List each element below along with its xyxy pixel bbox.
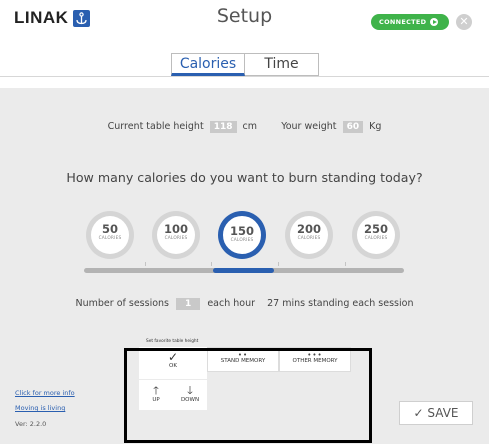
calorie-unit: CALORIES: [164, 236, 188, 241]
header: LINAK Setup CONNECTED ✕ Calories Time: [0, 0, 489, 88]
calorie-slider-handle[interactable]: [213, 268, 274, 273]
slider-tick: [345, 262, 346, 266]
tab-calories[interactable]: Calories: [171, 53, 245, 76]
moving-is-living-link[interactable]: Moving is living: [15, 404, 65, 412]
calorie-option-200[interactable]: 200 CALORIES: [285, 211, 333, 259]
close-icon: ✕: [459, 15, 469, 28]
favorite-panel-outline: [124, 348, 372, 443]
calorie-option-100[interactable]: 100 CALORIES: [152, 211, 200, 259]
save-label: SAVE: [427, 406, 459, 420]
calorie-unit: CALORIES: [297, 236, 321, 241]
checkmark-icon: ✓: [413, 406, 424, 420]
weight-unit: Kg: [369, 121, 382, 132]
calorie-unit: CALORIES: [364, 236, 388, 241]
version-label: Ver: 2.2.0: [15, 420, 47, 428]
table-height-value[interactable]: 118: [209, 121, 237, 133]
calorie-question: How many calories do you want to burn st…: [66, 170, 423, 185]
slider-tick: [278, 262, 279, 266]
calorie-option-150[interactable]: 150 CALORIES: [218, 211, 266, 259]
calorie-value: 100: [163, 222, 188, 236]
calorie-option-50[interactable]: 50 CALORIES: [86, 211, 134, 259]
status-badge: CONNECTED: [371, 14, 449, 30]
weight-label: Your weight: [281, 121, 337, 132]
calorie-value: 200: [296, 222, 321, 236]
calorie-option-250[interactable]: 250 CALORIES: [352, 211, 400, 259]
header-divider: [0, 76, 489, 77]
tab-time[interactable]: Time: [245, 53, 319, 76]
table-height-unit: cm: [242, 121, 258, 132]
slider-tick: [145, 262, 146, 266]
sessions-suffix: each hour: [207, 298, 256, 309]
play-icon: [430, 18, 439, 26]
sessions-row: Number of sessions 1 each hour 27 mins s…: [0, 298, 489, 310]
slider-tick: [211, 262, 212, 266]
connected-label: CONNECTED: [379, 18, 427, 26]
setup-window: LINAK Setup CONNECTED ✕ Calories Time Cu…: [0, 0, 489, 444]
close-button[interactable]: ✕: [456, 14, 472, 30]
table-height-label: Current table height: [107, 121, 204, 132]
more-info-link[interactable]: Click for more info: [15, 389, 75, 397]
calorie-unit: CALORIES: [230, 238, 254, 243]
table-info-row: Current table height 118 cm Your weight …: [0, 121, 489, 133]
calorie-unit: CALORIES: [98, 236, 122, 241]
calorie-value: 250: [363, 222, 388, 236]
sessions-value[interactable]: 1: [176, 298, 201, 310]
weight-value[interactable]: 60: [342, 121, 364, 133]
calorie-value: 150: [229, 224, 254, 238]
favorite-height-label: Set favorite table height: [146, 339, 199, 344]
tab-bar: Calories Time: [171, 53, 319, 76]
calorie-value: 50: [101, 222, 118, 236]
save-button[interactable]: ✓ SAVE: [399, 401, 473, 425]
sessions-label: Number of sessions: [75, 298, 169, 309]
standing-duration: 27 mins standing each session: [267, 298, 414, 309]
